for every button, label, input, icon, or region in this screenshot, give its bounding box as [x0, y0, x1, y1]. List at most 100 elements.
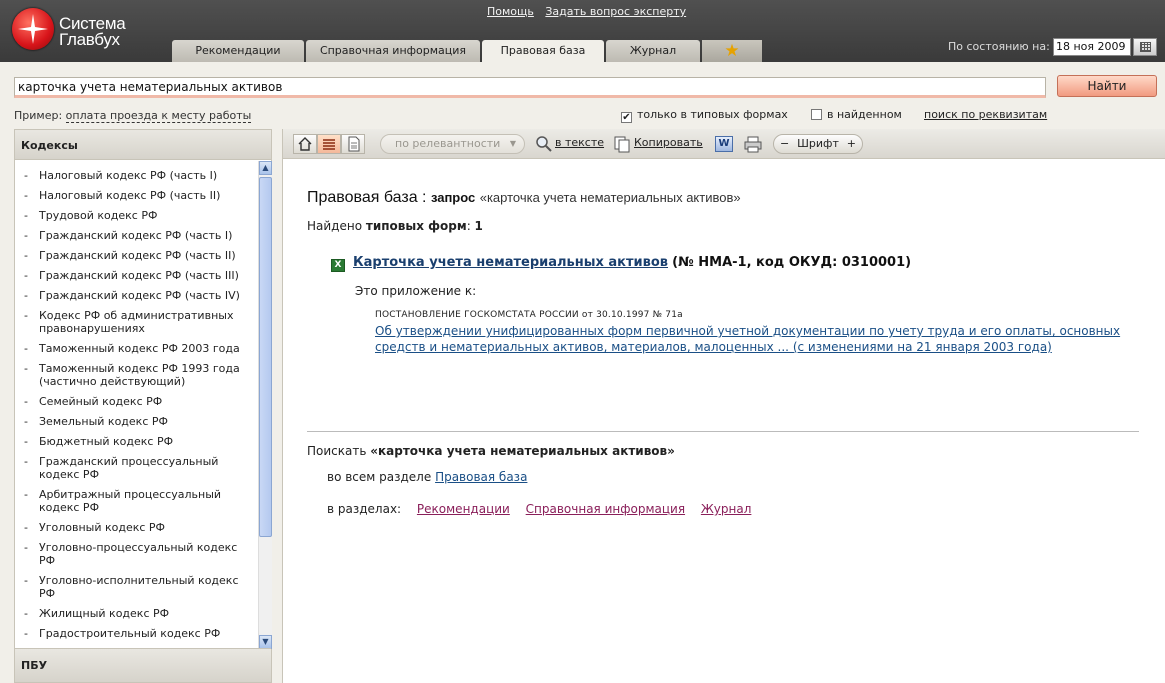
- result-doc-meta: (№ НМА-1, код ОКУД: 0310001): [672, 255, 912, 270]
- scroll-up-icon[interactable]: ▲: [259, 161, 272, 175]
- copy-link[interactable]: Копировать: [634, 136, 703, 149]
- list-item[interactable]: Налоговый кодекс РФ (часть I): [15, 169, 257, 182]
- resolution-link[interactable]: Об утверждении унифицированных форм перв…: [375, 324, 1120, 354]
- resolution-header: ПОСТАНОВЛЕНИЕ ГОСКОМСТАТА РОССИИ от 30.1…: [375, 310, 683, 320]
- found-label: Найдено: [307, 219, 363, 233]
- tab-legal-base[interactable]: Правовая база: [482, 40, 604, 62]
- brand-name: Система Главбух: [59, 15, 126, 49]
- list-view-icon: [323, 139, 335, 150]
- in-found-checkbox[interactable]: в найденном: [811, 108, 902, 121]
- find-in-text-link[interactable]: в тексте: [555, 136, 604, 149]
- list-item[interactable]: Градостроительный кодекс РФ: [15, 627, 257, 640]
- found-type: типовых форм: [365, 219, 467, 233]
- tab-reference[interactable]: Справочная информация: [306, 40, 480, 62]
- checkbox-empty-icon: [811, 109, 822, 120]
- pbu-section-header[interactable]: ПБУ: [15, 648, 271, 682]
- logo-icon: [12, 8, 54, 50]
- tab-recommendations[interactable]: Рекомендации: [172, 40, 304, 62]
- appendix-label: Это приложение к:: [355, 284, 477, 298]
- list-item[interactable]: Уголовный кодекс РФ: [15, 521, 257, 534]
- list-item[interactable]: Жилищный кодекс РФ: [15, 607, 257, 620]
- favorites-tab[interactable]: ★: [702, 40, 762, 62]
- divider: [307, 431, 1139, 432]
- list-item[interactable]: Таможенный кодекс РФ 1993 года (частично…: [15, 362, 257, 388]
- scroll-thumb[interactable]: [259, 177, 272, 537]
- search-in-sections: в разделах: Рекомендации Справочная инфо…: [327, 502, 1147, 516]
- home-icon: [298, 137, 312, 151]
- result-doc-link[interactable]: Карточка учета нематериальных активов: [353, 255, 668, 270]
- search-by-requisites-link[interactable]: поиск по реквизитам: [924, 108, 1047, 121]
- copy-icon: [614, 136, 630, 153]
- search-example: Пример: оплата проезда к месту работы: [14, 109, 252, 123]
- header-bar: Система Главбух Помощь Задать вопрос экс…: [0, 0, 1165, 62]
- sort-select[interactable]: по релевантности ▼: [380, 134, 525, 154]
- find-button[interactable]: Найти: [1057, 75, 1157, 97]
- query-text: «карточка учета нематериальных активов»: [479, 190, 741, 205]
- example-link[interactable]: оплата проезда к месту работы: [65, 109, 252, 123]
- list-item[interactable]: Гражданский кодекс РФ (часть I): [15, 229, 257, 242]
- section-link-reference[interactable]: Справочная информация: [526, 502, 685, 516]
- list-item[interactable]: Семейный кодекс РФ: [15, 395, 257, 408]
- home-button[interactable]: [293, 134, 317, 154]
- excel-icon: X: [331, 259, 345, 272]
- sections-label: в разделах:: [327, 502, 402, 516]
- resolution-link-wrap: Об утверждении унифицированных форм перв…: [375, 323, 1145, 355]
- list-item[interactable]: Земельный кодекс РФ: [15, 415, 257, 428]
- list-item[interactable]: Уголовно-процессуальный кодекс РФ: [15, 541, 257, 567]
- help-link[interactable]: Помощь: [487, 5, 534, 18]
- section-link-journal[interactable]: Журнал: [701, 502, 752, 516]
- search-more-query: «карточка учета нематериальных активов»: [370, 444, 675, 458]
- main-panel: по релевантности ▼ в тексте Копировать W…: [282, 129, 1165, 683]
- calendar-button[interactable]: [1133, 38, 1157, 56]
- list-item[interactable]: Арбитражный процессуальный кодекс РФ: [15, 488, 257, 514]
- document-toolbar: по релевантности ▼ в тексте Копировать W…: [283, 129, 1165, 159]
- font-increase-button[interactable]: +: [847, 135, 856, 153]
- results-content: Правовая база : запрос «карточка учета н…: [307, 189, 1147, 516]
- list-item[interactable]: Таможенный кодекс РФ 2003 года: [15, 342, 257, 355]
- page-title: Правовая база : запрос «карточка учета н…: [307, 189, 1147, 207]
- result-item: X Карточка учета нематериальных активов (…: [331, 255, 1147, 272]
- document-view-button[interactable]: [341, 134, 365, 154]
- left-panel: Кодексы Налоговый кодекс РФ (часть I) На…: [14, 129, 272, 683]
- left-scrollbar[interactable]: ▲ ▼: [258, 161, 272, 649]
- typical-forms-checkbox[interactable]: ✔ только в типовых формах: [621, 108, 788, 123]
- typical-forms-label: только в типовых формах: [637, 108, 788, 121]
- font-size-control: − Шрифт +: [773, 134, 863, 154]
- star-icon: ★: [724, 41, 740, 61]
- list-item[interactable]: Уголовно-исполнительный кодекс РФ: [15, 574, 257, 600]
- codes-list: Налоговый кодекс РФ (часть I) Налоговый …: [15, 161, 257, 649]
- list-item[interactable]: Кодекс РФ об административных правонаруш…: [15, 309, 257, 335]
- date-input[interactable]: 18 ноя 2009: [1053, 38, 1131, 56]
- whole-section-link[interactable]: Правовая база: [435, 470, 527, 484]
- list-item[interactable]: Бюджетный кодекс РФ: [15, 435, 257, 448]
- section-link-recommendations[interactable]: Рекомендации: [417, 502, 510, 516]
- scroll-down-icon[interactable]: ▼: [259, 635, 272, 649]
- print-icon[interactable]: [743, 135, 763, 153]
- list-item[interactable]: Гражданский кодекс РФ (часть III): [15, 269, 257, 282]
- checkbox-checked-icon: ✔: [621, 112, 632, 123]
- list-item[interactable]: Гражданский кодекс РФ (часть II): [15, 249, 257, 262]
- date-label: По состоянию на:: [948, 40, 1050, 53]
- search-more: Поискать «карточка учета нематериальных …: [307, 444, 1147, 458]
- tab-label: Журнал: [629, 44, 677, 57]
- sort-value: по релевантности: [395, 137, 501, 150]
- tab-journal[interactable]: Журнал: [606, 40, 700, 62]
- ask-expert-link[interactable]: Задать вопрос эксперту: [545, 5, 686, 18]
- font-label: Шрифт: [797, 137, 839, 150]
- list-item[interactable]: Трудовой кодекс РФ: [15, 209, 257, 222]
- chevron-down-icon: ▼: [509, 139, 516, 148]
- top-links: Помощь Задать вопрос эксперту: [487, 5, 694, 18]
- list-item[interactable]: Гражданский процессуальный кодекс РФ: [15, 455, 257, 481]
- list-item[interactable]: Налоговый кодекс РФ (часть II): [15, 189, 257, 202]
- tab-label: Справочная информация: [319, 44, 467, 57]
- tab-label: Правовая база: [500, 44, 586, 57]
- found-count: 1: [474, 219, 483, 233]
- calendar-icon: [1140, 42, 1151, 52]
- list-view-button[interactable]: [317, 134, 341, 154]
- search-input[interactable]: карточка учета нематериальных активов: [14, 77, 1046, 98]
- word-export-icon[interactable]: W: [715, 136, 733, 152]
- font-decrease-button[interactable]: −: [780, 135, 789, 153]
- list-item[interactable]: Гражданский кодекс РФ (часть IV): [15, 289, 257, 302]
- tab-label: Рекомендации: [195, 44, 281, 57]
- brand-line2: Главбух: [59, 30, 120, 49]
